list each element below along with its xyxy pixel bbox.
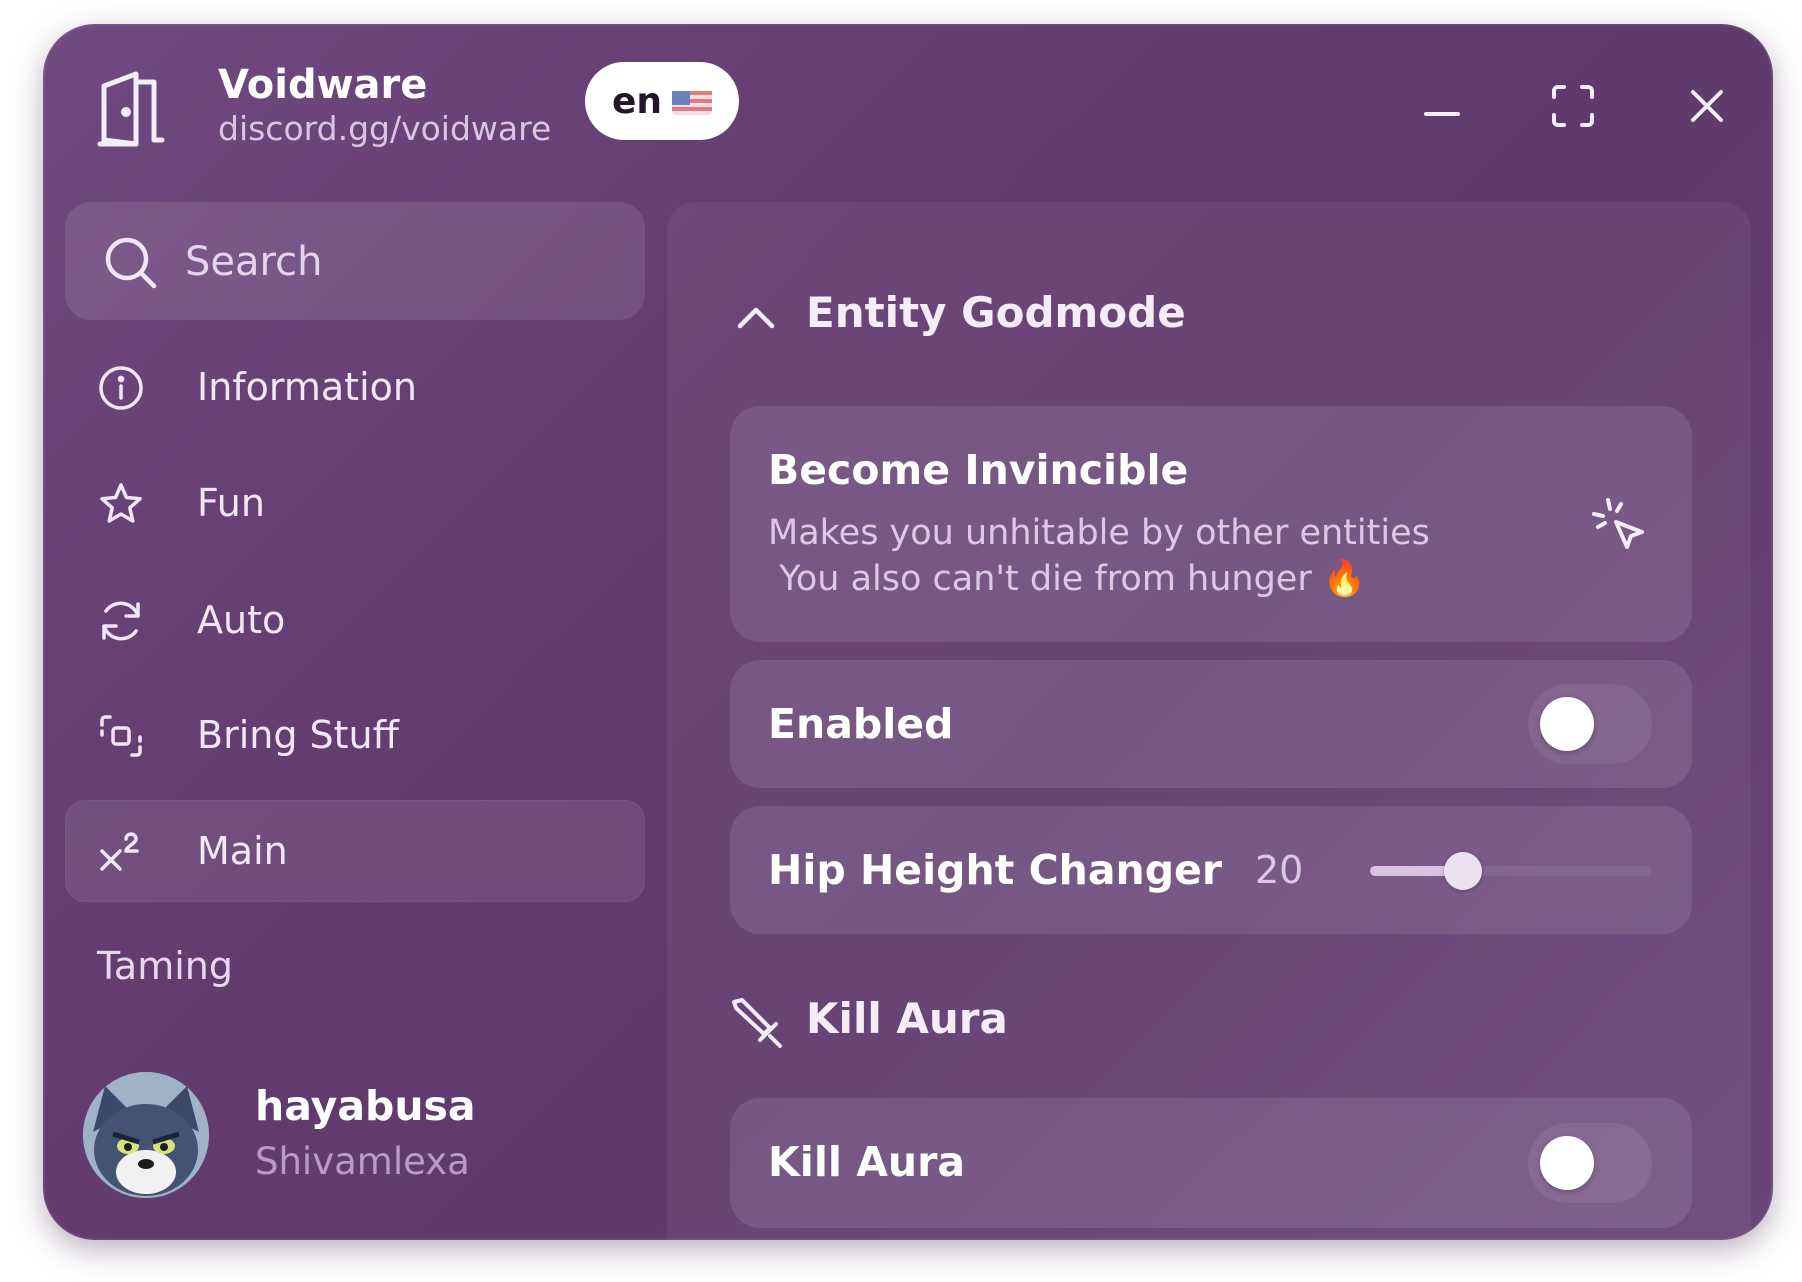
avatar[interactable] [83,1072,209,1198]
enabled-toggle-row: Enabled [730,660,1692,788]
sidebar-item-label: Bring Stuff [197,713,399,757]
sidebar-item-main[interactable]: Main [65,800,645,902]
app-subtitle: discord.gg/voidware [218,109,552,148]
minimize-icon [1422,103,1462,122]
info-icon [98,365,144,411]
superscript-icon [98,829,144,875]
star-icon [98,481,144,527]
close-button[interactable] [1679,80,1735,136]
sidebar-item-fun[interactable]: Fun [65,452,645,554]
close-icon [1689,88,1725,128]
section-title: Entity Godmode [806,288,1186,337]
sidebar-item-auto[interactable]: Auto [65,569,645,671]
us-flag-icon [672,87,713,115]
cursor-click-icon [1590,496,1650,556]
user-handle: Shivamlexa [255,1140,470,1183]
user-name: hayabusa [255,1082,476,1130]
sidebar-item-label: Auto [197,598,286,642]
kill-aura-toggle[interactable] [1528,1123,1652,1203]
sidebar-item-bring-stuff[interactable]: Bring Stuff [65,684,645,786]
slider-value: 20 [1255,848,1304,892]
chevron-up-icon [728,290,784,346]
search-bar[interactable] [65,202,645,320]
toggle-knob [1540,697,1594,751]
card-title: Hip Height Changer [768,846,1223,894]
sidebar-item-label: Fun [197,481,265,525]
kill-aura-toggle-row: Kill Aura [730,1098,1692,1228]
app-title: Voidware [218,62,428,108]
language-code: en [611,80,663,122]
language-selector[interactable]: en [585,62,739,140]
sidebar-item-label: Information [197,365,417,409]
maximize-icon [1550,83,1596,133]
sidebar-section-label: Taming [97,944,233,988]
app-window: Voidware discord.gg/voidware en Search I… [43,24,1773,1240]
search-input[interactable] [185,232,605,292]
toggle-knob [1540,1136,1594,1190]
minimize-button[interactable] [1414,84,1470,140]
door-logo-icon [96,68,168,150]
section-title: Kill Aura [806,994,1008,1043]
search-icon [105,237,157,289]
hip-height-slider[interactable] [1370,852,1652,890]
card-title: Kill Aura [768,1138,966,1186]
maximize-button[interactable] [1545,80,1601,136]
card-description: Makes you unhitable by other entities Yo… [768,513,1430,599]
refresh-icon [98,598,144,644]
copy-icon [98,713,144,759]
enabled-toggle[interactable] [1528,684,1652,764]
hip-height-slider-row: Hip Height Changer 20 [730,806,1692,934]
become-invincible-button[interactable]: Become Invincible Makes you unhitable by… [730,406,1692,642]
card-title: Become Invincible [768,446,1189,494]
sidebar-item-label: Main [197,829,288,873]
slider-thumb[interactable] [1444,852,1483,890]
sidebar-item-information[interactable]: Information [65,336,645,438]
sword-icon [728,996,784,1052]
card-title: Enabled [768,700,954,748]
